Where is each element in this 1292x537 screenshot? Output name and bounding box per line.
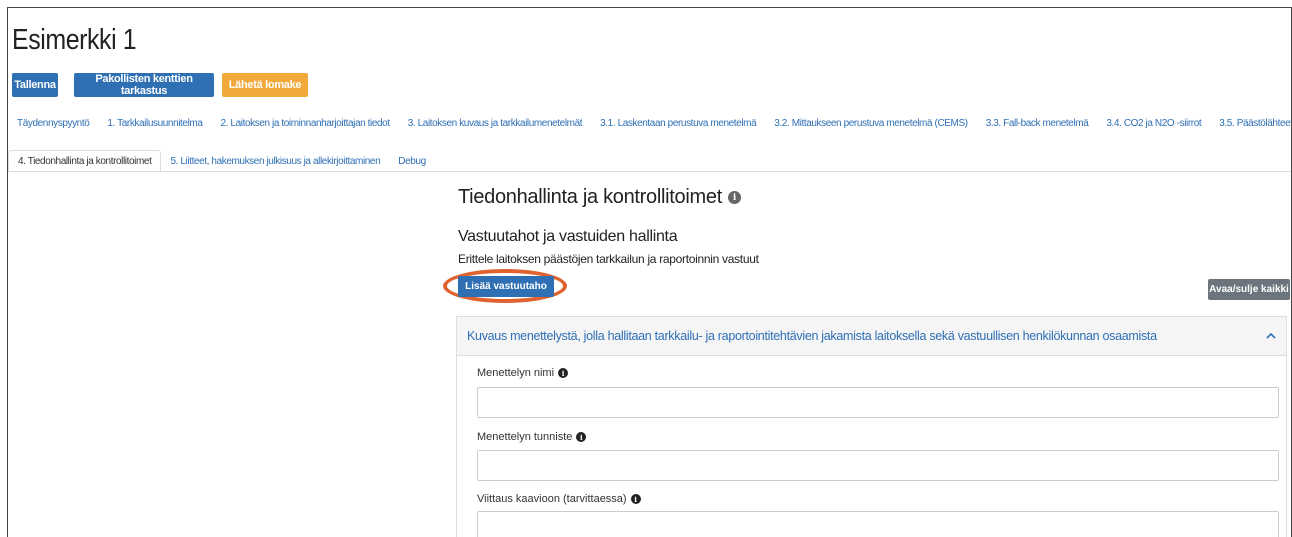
tab-paastolahteet[interactable]: 3.5. Päästölähteet xyxy=(1210,112,1291,134)
section-title: Tiedonhallinta ja kontrollitoimet i xyxy=(458,186,741,209)
procedure-name-input[interactable] xyxy=(477,387,1279,418)
tab-tarkkailusuunnitelma[interactable]: 1. Tarkkailusuunnitelma xyxy=(98,112,211,134)
tab-mittaukseen-perustuva[interactable]: 3.2. Mittaukseen perustuva menetelmä (CE… xyxy=(765,112,976,134)
tab-laitoksen-kuvaus[interactable]: 3. Laitoksen kuvaus ja tarkkailumenetelm… xyxy=(399,112,591,134)
field-label-text: Menettelyn tunniste xyxy=(477,431,573,443)
info-icon[interactable]: i xyxy=(558,368,569,378)
info-icon[interactable]: i xyxy=(727,191,741,204)
info-icon[interactable]: i xyxy=(630,494,641,504)
tab-laskentaan-perustuva[interactable]: 3.1. Laskentaan perustuva menetelmä xyxy=(591,112,765,134)
procedure-panel: Kuvaus menettelystä, jolla hallitaan tar… xyxy=(456,316,1287,537)
tabs-row-2: 4. Tiedonhallinta ja kontrollitoimet 5. … xyxy=(8,150,1291,172)
tab-fall-back[interactable]: 3.3. Fall-back menetelmä xyxy=(977,112,1098,134)
field-label-text: Menettelyn nimi xyxy=(477,367,555,379)
tab-co2-n2o-siirrot[interactable]: 3.4. CO2 ja N2O -siirrot xyxy=(1097,112,1210,134)
tabs-divider xyxy=(8,171,1291,172)
required-fields-check-button[interactable]: Pakollisten kenttien tarkastus xyxy=(74,73,214,97)
diagram-reference-input[interactable] xyxy=(477,511,1279,537)
subsection-description: Erittele laitoksen päästöjen tarkkailun … xyxy=(458,252,759,266)
tab-debug[interactable]: Debug xyxy=(389,150,434,172)
field-label-text: Viittaus kaavioon (tarvittaessa) xyxy=(477,493,627,505)
page-title: Esimerkki 1 xyxy=(12,24,137,56)
field-label-procedure-id: Menettelyn tunniste i xyxy=(477,431,587,443)
tab-tiedonhallinta[interactable]: 4. Tiedonhallinta ja kontrollitoimet xyxy=(8,150,162,172)
subsection-title: Vastuutahot ja vastuiden hallinta xyxy=(458,228,678,245)
tab-laitoksen-tiedot[interactable]: 2. Laitoksen ja toiminnanharjoittajan ti… xyxy=(212,112,399,134)
procedure-id-input[interactable] xyxy=(477,450,1279,481)
field-label-procedure-name: Menettelyn nimi i xyxy=(477,367,569,379)
save-button[interactable]: Tallenna xyxy=(12,73,58,97)
info-icon[interactable]: i xyxy=(576,432,587,442)
send-form-button[interactable]: Lähetä lomake xyxy=(222,73,308,97)
tabs-row-1: Täydennyspyyntö 1. Tarkkailusuunnitelma … xyxy=(8,112,1291,134)
toggle-all-button[interactable]: Avaa/sulje kaikki xyxy=(1208,279,1290,300)
section-title-text: Tiedonhallinta ja kontrollitoimet xyxy=(458,186,722,208)
tab-liitteet[interactable]: 5. Liitteet, hakemuksen julkisuus ja all… xyxy=(161,150,389,172)
app-window: Esimerkki 1 Tallenna Pakollisten kenttie… xyxy=(7,7,1292,537)
tab-taydennyspyynto[interactable]: Täydennyspyyntö xyxy=(8,112,98,134)
add-responsible-party-button[interactable]: Lisää vastuutaho xyxy=(458,276,554,297)
chevron-up-icon[interactable] xyxy=(1266,331,1276,341)
field-label-diagram-reference: Viittaus kaavioon (tarvittaessa) i xyxy=(477,493,641,505)
panel-header[interactable]: Kuvaus menettelystä, jolla hallitaan tar… xyxy=(457,317,1286,356)
panel-title: Kuvaus menettelystä, jolla hallitaan tar… xyxy=(467,329,1157,343)
